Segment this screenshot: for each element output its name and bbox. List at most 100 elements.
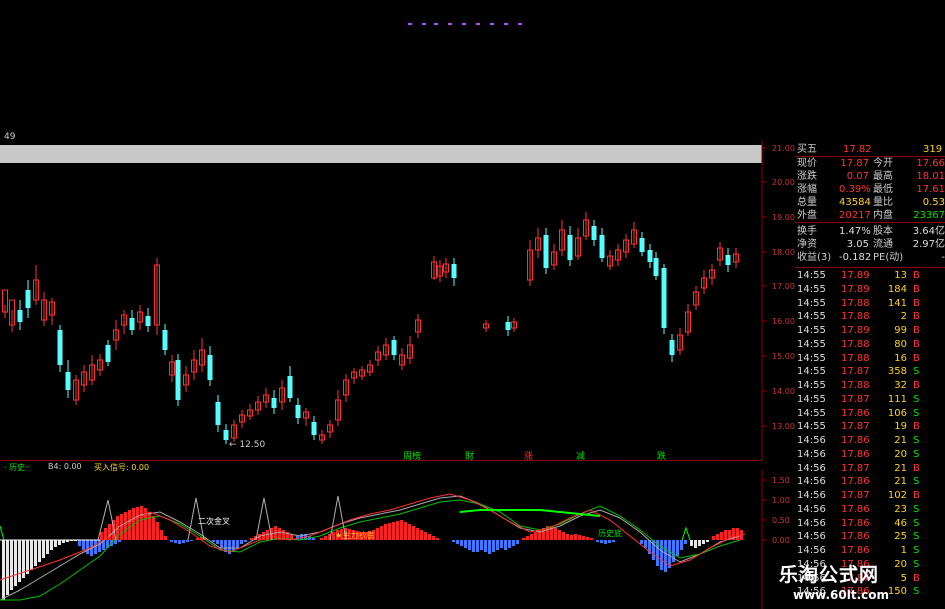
candle-body: [311, 422, 317, 435]
tick-volume: 20: [894, 448, 907, 460]
quote-row: 收益(3) -0.182 PE(动) -: [795, 251, 945, 264]
price-tick-label: 13.00: [772, 422, 795, 431]
indicator-chart[interactable]: 1.50 1.00 0.50 0.00: [0, 470, 795, 609]
quote-label: 最高: [873, 171, 893, 182]
tick-row[interactable]: 14:55 17.87 358 S: [795, 365, 945, 378]
tick-price: 17.86: [841, 545, 870, 556]
tick-side: S: [913, 531, 920, 543]
tick-row[interactable]: 14:56 17.86 20 S: [795, 448, 945, 461]
indicator-bar: [38, 540, 41, 562]
indicator-bar: [720, 532, 723, 540]
indicator-bar: [400, 520, 403, 540]
tick-row[interactable]: 14:55 17.87 19 B: [795, 420, 945, 433]
indicator-axis: 1.50 1.00 0.50 0.00: [762, 476, 790, 545]
tick-row[interactable]: 14:55 17.89 13 B: [795, 269, 945, 282]
indicator-bar: [512, 540, 515, 546]
indicator-bar: [50, 540, 53, 550]
tick-side: B: [913, 380, 920, 391]
indicator-tick-label: 0.50: [772, 516, 790, 525]
indicator-bar: [676, 540, 679, 556]
tick-row[interactable]: 14:56 17.86 21 S: [795, 475, 945, 488]
quote-label: 量比: [873, 197, 893, 208]
indicator-bar: [148, 512, 151, 540]
indicator-bar: [570, 535, 573, 540]
indicator-bar: [522, 538, 525, 540]
tick-row[interactable]: 14:55 17.88 32 B: [795, 379, 945, 392]
indicator-bar: [586, 537, 589, 540]
quote-panel: 买五 17.82 319 现价 17.87 今开 17.66 涨跌 0.07 最高 18.01…: [795, 143, 945, 609]
candle-body: [599, 235, 605, 258]
indicator-bar: [558, 530, 561, 540]
indicator-bar: [660, 540, 663, 570]
tick-price: 17.87: [841, 490, 870, 501]
tick-side: S: [913, 476, 920, 488]
tick-side: B: [913, 297, 920, 309]
candle-body: [567, 235, 573, 260]
indicator-bar: [566, 534, 569, 540]
tick-side: B: [913, 283, 920, 295]
tick-time: 14:55: [797, 311, 826, 323]
tick-row[interactable]: 14:56 17.86 1 S: [795, 544, 945, 557]
indicator-bar: [452, 540, 455, 542]
candlestick-chart[interactable]: 21.00 20.00 19.00 18.00 17.00 16.00 15.00 14.00…: [0, 140, 795, 460]
quote-label: 收益(3): [797, 252, 832, 263]
tick-price: 17.86: [841, 476, 870, 488]
tick-row[interactable]: 14:55 17.89 99 B: [795, 324, 945, 337]
candle-body: [271, 398, 277, 408]
tick-price: 17.87: [841, 366, 870, 378]
tick-time: 14:55: [797, 380, 826, 391]
tick-volume: 21: [894, 435, 907, 446]
tick-row[interactable]: 14:55 17.86 106 S: [795, 407, 945, 420]
tick-time: 14:55: [797, 325, 826, 336]
watermark-url: www.60lt.com: [793, 588, 890, 602]
quote-value: 18.01: [916, 171, 945, 182]
tick-time: 14:55: [797, 297, 826, 309]
tick-volume: 1: [900, 545, 907, 556]
tick-time: 14:55: [797, 407, 826, 419]
tick-side: B: [913, 270, 920, 281]
tick-row[interactable]: 14:56 17.86 46 S: [795, 517, 945, 530]
tick-price: 17.86: [841, 503, 870, 515]
quote-value: 1.47%: [839, 226, 871, 237]
tick-row[interactable]: 14:55 17.88 141 B: [795, 297, 945, 310]
ask5-row: 买五 17.82 319: [795, 143, 945, 156]
tick-side: S: [913, 393, 920, 405]
tick-volume: 13: [894, 270, 907, 281]
ask5-volume: 319: [923, 144, 943, 155]
indicator-bar: [174, 540, 177, 543]
tick-row[interactable]: 14:56 17.86 21 S: [795, 434, 945, 447]
watermark: 乐淘公式网 www.60lt.com: [775, 558, 945, 609]
indicator-bar: [736, 528, 739, 540]
tick-side: S: [913, 435, 920, 446]
indicator-lines: [0, 493, 746, 601]
indicator-bar: [420, 530, 423, 540]
candle-body: [647, 250, 653, 262]
indicator-line: [681, 526, 691, 541]
indicator-bar: [456, 540, 459, 544]
indicator-bar: [530, 534, 533, 540]
tick-volume: 21: [894, 476, 907, 488]
indicator-bar: [574, 534, 577, 540]
tick-price: 17.87: [841, 421, 870, 433]
tick-row[interactable]: 14:55 17.88 16 B: [795, 352, 945, 365]
tick-row[interactable]: 14:55 17.87 111 S: [795, 393, 945, 406]
candle-body: [391, 340, 397, 355]
indicator-bar: [42, 540, 45, 558]
tick-row[interactable]: 14:56 17.87 102 B: [795, 489, 945, 502]
indicator-bar: [376, 528, 379, 540]
quote-divider: [795, 222, 945, 223]
indicator-bar: [488, 540, 491, 554]
tick-row[interactable]: 14:55 17.89 184 B: [795, 283, 945, 296]
tick-volume: 102: [887, 490, 907, 501]
tick-row[interactable]: 14:55 17.88 80 B: [795, 338, 945, 351]
indicator-bar: [156, 522, 159, 540]
indicator-bar: [516, 540, 519, 544]
tick-row[interactable]: 14:56 17.86 25 S: [795, 530, 945, 543]
tick-row[interactable]: 14:56 17.87 21 B: [795, 462, 945, 475]
indicator-bar: [590, 538, 593, 540]
tick-row[interactable]: 14:55 17.88 2 B: [795, 310, 945, 323]
indicator-bar: [468, 540, 471, 550]
tick-row[interactable]: 14:56 17.86 23 S: [795, 503, 945, 516]
tick-volume: 46: [894, 517, 907, 529]
quote-label: 涨跌: [797, 171, 817, 182]
